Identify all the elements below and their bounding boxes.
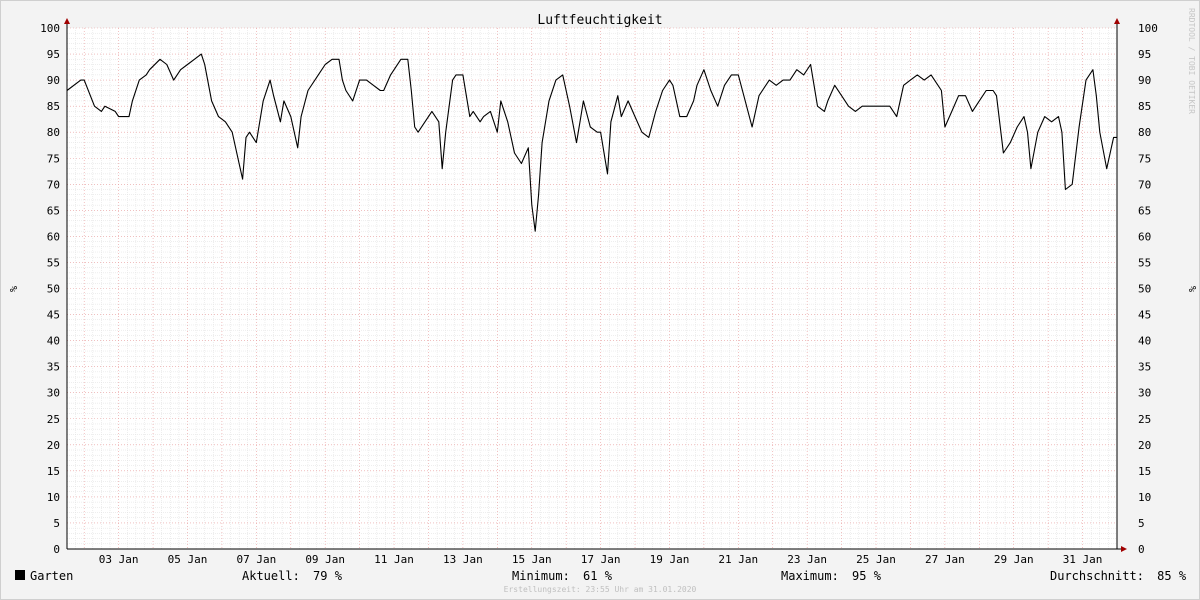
- x-tick-label: 17 Jan: [581, 553, 621, 566]
- y-tick-label-left: 0: [53, 543, 60, 556]
- y-tick-label-left: 75: [47, 152, 60, 165]
- y-tick-label-left: 15: [47, 465, 60, 478]
- y-tick-label-left: 90: [47, 74, 60, 87]
- y-tick-label-right: 60: [1138, 230, 1151, 243]
- y-tick-label-right: 35: [1138, 361, 1151, 374]
- x-tick-label: 27 Jan: [925, 553, 965, 566]
- y-tick-label-right: 40: [1138, 335, 1151, 348]
- x-axis-arrow: [1121, 546, 1127, 552]
- y-tick-label-right: 55: [1138, 256, 1151, 269]
- x-tick-label: 31 Jan: [1063, 553, 1103, 566]
- y-tick-label-left: 80: [47, 126, 60, 139]
- x-tick-label: 23 Jan: [787, 553, 827, 566]
- x-tick-label: 25 Jan: [856, 553, 896, 566]
- y-axis-label-right: %: [1186, 286, 1197, 292]
- y-tick-label-right: 50: [1138, 283, 1151, 296]
- y-tick-label-left: 40: [47, 335, 60, 348]
- y-tick-label-right: 100: [1138, 22, 1158, 35]
- y-tick-label-right: 95: [1138, 48, 1151, 61]
- legend-min-label: Minimum:: [512, 569, 570, 583]
- x-tick-label: 11 Jan: [374, 553, 414, 566]
- y-tick-label-right: 65: [1138, 204, 1151, 217]
- y-tick-label-left: 50: [47, 283, 60, 296]
- legend-current: Aktuell: 79 %: [242, 567, 342, 585]
- y-tick-label-left: 45: [47, 309, 60, 322]
- legend-avg-value: 85 %: [1157, 569, 1187, 583]
- y-tick-label-left: 100: [40, 22, 60, 35]
- legend-average: Durchschnitt: 85 %: [1050, 567, 1186, 585]
- y-tick-label-right: 75: [1138, 152, 1151, 165]
- y-tick-label-left: 65: [47, 204, 60, 217]
- chart-title: Luftfeuchtigkeit: [537, 13, 662, 28]
- y-axis-arrow-left: [64, 18, 70, 24]
- x-tick-label: 05 Jan: [168, 553, 208, 566]
- legend-maximum: Maximum: 95 %: [781, 567, 881, 585]
- legend-max-value: 95 %: [852, 569, 881, 583]
- x-tick-label: 07 Jan: [236, 553, 276, 566]
- x-tick-label: 03 Jan: [99, 553, 139, 566]
- legend-swatch-garten: [15, 570, 25, 580]
- y-tick-label-left: 10: [47, 491, 60, 504]
- legend-max-label: Maximum:: [781, 569, 839, 583]
- y-tick-label-right: 80: [1138, 126, 1151, 139]
- y-tick-label-left: 30: [47, 387, 60, 400]
- x-tick-labels: 03 Jan 05 Jan 07 Jan 09 Jan 11 Jan 13 Jan 15 J…: [99, 553, 1103, 566]
- y-tick-label-right: 45: [1138, 309, 1151, 322]
- y-tick-label-right: 90: [1138, 74, 1151, 87]
- x-tick-label: 09 Jan: [305, 553, 345, 566]
- y-tick-label-left: 60: [47, 230, 60, 243]
- y-tick-label-right: 10: [1138, 491, 1151, 504]
- x-tick-label: 13 Jan: [443, 553, 483, 566]
- y-tick-label-left: 55: [47, 256, 60, 269]
- y-tick-labels-right: 0 5 10 15 20 25 30 35 40 45 50 55 60 65 70 75 80 85 90 95 10…: [1138, 22, 1158, 556]
- legend-min-value: 61 %: [583, 569, 612, 583]
- x-tick-label: 19 Jan: [650, 553, 690, 566]
- creation-timestamp: Erstellungszeit: 23:55 Uhr am 31.01.2020: [503, 585, 697, 594]
- y-axis-label-left: %: [7, 286, 18, 292]
- grid: [66, 27, 1118, 550]
- legend-minimum: Minimum: 61 %: [512, 567, 612, 585]
- y-tick-label-right: 20: [1138, 439, 1151, 452]
- legend-current-value: 79 %: [313, 569, 342, 583]
- rrdtool-credit: RRDTOOL / TOBI OETIKER: [1187, 8, 1196, 114]
- y-tick-label-right: 85: [1138, 100, 1151, 113]
- y-tick-label-left: 70: [47, 178, 60, 191]
- y-tick-label-left: 95: [47, 48, 60, 61]
- y-tick-label-right: 70: [1138, 178, 1151, 191]
- legend-series-label: Garten: [30, 569, 74, 583]
- legend-current-label: Aktuell:: [242, 569, 300, 583]
- humidity-chart: 0510152025303540455055606570758085909510…: [7, 8, 1197, 566]
- y-tick-label-right: 15: [1138, 465, 1151, 478]
- x-tick-label: 29 Jan: [994, 553, 1034, 566]
- y-tick-label-right: 30: [1138, 387, 1151, 400]
- y-tick-label-left: 25: [47, 413, 60, 426]
- x-tick-label: 21 Jan: [718, 553, 758, 566]
- y-tick-labels-left: 0 5 10 15 20 25 30 35 40 45 50 55 60 65 70 75 80 85 90 95 10…: [40, 22, 60, 556]
- y-axis-arrow-right: [1114, 18, 1120, 24]
- legend-avg-label: Durchschnitt:: [1050, 569, 1144, 583]
- y-tick-label-left: 35: [47, 361, 60, 374]
- y-tick-label-left: 5: [53, 517, 60, 530]
- x-tick-label: 15 Jan: [512, 553, 552, 566]
- y-tick-label-left: 20: [47, 439, 60, 452]
- y-tick-label-right: 25: [1138, 413, 1151, 426]
- y-tick-label-left: 85: [47, 100, 60, 113]
- y-tick-label-right: 0: [1138, 543, 1145, 556]
- y-tick-label-right: 5: [1138, 517, 1145, 530]
